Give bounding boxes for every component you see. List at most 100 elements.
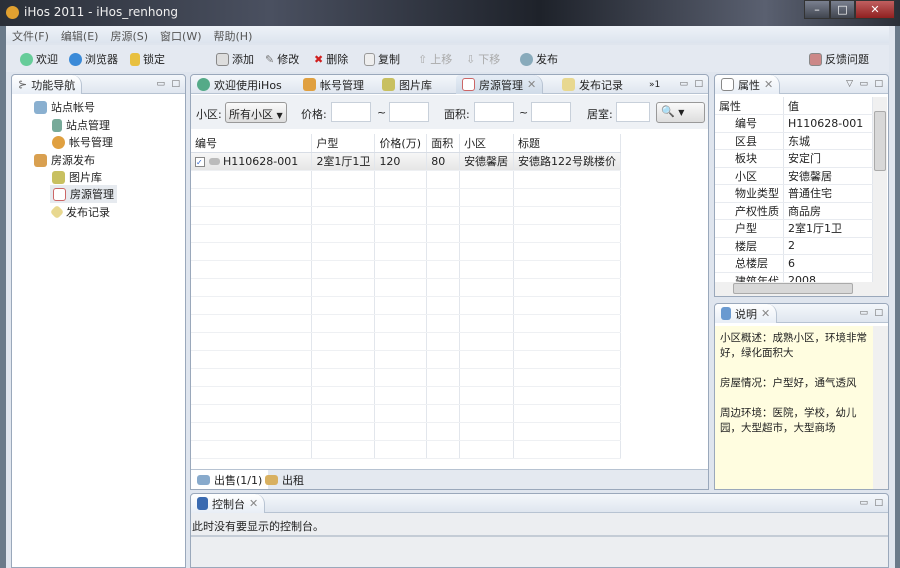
maximize-view-icon[interactable]: □ [171,79,180,89]
tab-nav[interactable]: ⊱ 功能导航 [12,75,83,94]
price-max-input[interactable] [389,102,429,122]
minimize-view-icon[interactable]: ▭ [156,79,165,89]
property-row[interactable]: 建筑年代 2008 [715,272,873,282]
divider [191,535,888,537]
move-up-button[interactable]: ⇧ 上移 [418,51,452,67]
listing-icon [208,157,220,165]
column-header[interactable]: 小区 [459,134,514,153]
chevron-down-icon[interactable]: ▼ [678,108,684,117]
tab-description[interactable]: 说明 ✕ [715,304,778,323]
row-checkbox[interactable]: ✓ [195,156,205,167]
property-row[interactable]: 产权性质 商品房 [715,202,873,220]
menu-listing[interactable]: 房源(S) [104,26,154,44]
delete-button[interactable]: ✖ 删除 [314,51,348,67]
edit-button[interactable]: ✎ 修改 [265,51,299,67]
rooms-input[interactable] [616,102,650,122]
copy-icon [364,52,375,66]
tab-rent[interactable]: 出租 [259,470,310,489]
maximize-view-icon[interactable]: □ [694,79,703,89]
community-select[interactable]: 所有小区 ▼ [225,102,287,123]
maximize-view-icon[interactable]: □ [874,308,883,318]
column-header[interactable]: 面积 [426,134,461,153]
menu-window[interactable]: 窗口(W) [154,26,207,44]
minimize-view-icon[interactable]: ▭ [859,79,868,89]
property-row[interactable]: 小区 安德馨居 [715,167,873,185]
maximize-view-icon[interactable]: □ [874,498,883,508]
close-button[interactable]: ✕ [855,0,895,19]
property-row[interactable]: 板块 安定门 [715,149,873,168]
tree-item-publish-records[interactable]: 发布记录 [49,204,110,220]
browser-button[interactable]: 浏览器 [69,51,118,67]
arrow-up-icon: ⇧ [418,52,428,66]
description-text[interactable]: 小区概述：成熟小区，环境非常好，绿化面积大 房屋情况：户型好，通气透风 周边环境… [715,326,873,489]
globe-icon [197,78,210,91]
area-max-input[interactable] [531,102,571,122]
tab-gallery[interactable]: 图片库 [376,75,438,94]
close-tab-icon[interactable]: ✕ [761,307,770,320]
delete-icon: ✖ [314,52,324,66]
tab-console[interactable]: 控制台 ✕ [191,494,266,513]
tab-listing-management[interactable]: 房源管理 ✕ [456,75,544,94]
close-tab-icon[interactable]: ✕ [249,497,258,510]
price-min-input[interactable] [331,102,371,122]
tab-welcome[interactable]: 欢迎使用iHos [191,75,288,94]
property-row[interactable]: 物业类型 普通住宅 [715,184,873,203]
vertical-scrollbar[interactable] [873,97,887,282]
maximize-button[interactable]: □ [830,0,855,19]
add-button[interactable]: 添加 [216,51,254,67]
welcome-button[interactable]: 欢迎 [20,51,58,67]
tree-item-site-management[interactable]: 站点管理 [52,117,110,133]
minimize-view-icon[interactable]: ▭ [679,79,688,89]
vertical-scrollbar[interactable] [873,326,888,489]
minimize-button[interactable]: – [804,0,830,19]
house-icon [53,187,66,201]
column-header[interactable]: 编号 [191,134,313,153]
maximize-view-icon[interactable]: □ [874,79,883,89]
property-row[interactable]: 区县 东城 [715,132,873,150]
property-row[interactable]: 总楼层 6 [715,254,873,273]
area-min-input[interactable] [474,102,514,122]
property-row[interactable]: 户型 2室1厅1卫 [715,219,873,238]
properties-icon [721,78,734,91]
tab-overflow[interactable]: »1 [643,75,666,94]
lock-button[interactable]: 锁定 [130,51,165,67]
tab-publish-records[interactable]: 发布记录 [556,75,629,94]
copy-button[interactable]: 复制 [364,51,400,67]
minimize-view-icon[interactable]: ▭ [859,498,868,508]
tree-item-site-account[interactable]: 站点帐号 [34,99,95,115]
property-row[interactable]: 编号 H110628-001 [715,114,873,133]
menu-help[interactable]: 帮助(H) [208,26,259,44]
tab-accounts[interactable]: 帐号管理 [297,75,370,94]
property-row[interactable]: 楼层 2 [715,237,873,255]
search-button[interactable]: 🔍 ▼ [656,102,705,123]
menu-edit[interactable]: 编辑(E) [55,26,105,44]
computer-icon [34,100,47,114]
tree-item-gallery[interactable]: 图片库 [52,169,102,185]
column-header[interactable]: 标题 [513,134,622,153]
view-menu-icon[interactable]: ▽ [846,79,853,89]
console-panel: 控制台 ✕ ▭ □ 此时没有要显示的控制台。 [190,493,889,568]
search-icon: 🔍 [661,105,675,118]
tree-item-account-management[interactable]: 帐号管理 [52,134,113,150]
move-down-button[interactable]: ⇩ 下移 [466,51,500,67]
column-header[interactable]: 价格(万) [374,134,428,153]
column-header[interactable]: 户型 [311,134,376,153]
publish-icon [520,52,533,66]
records-icon [562,78,575,91]
menu-file[interactable]: 文件(F) [6,26,55,44]
properties-panel: 属性 ✕ ▽ ▭ □ 属性值 编号 H110628-001 区县 东城 板块 安定门 小区安… [714,74,889,297]
publish-button[interactable]: 发布 [520,51,558,67]
tree-item-listing-publish[interactable]: 房源发布 [34,152,95,168]
tilde: ~ [377,106,387,119]
minimize-view-icon[interactable]: ▭ [859,308,868,318]
horizontal-scrollbar[interactable] [715,282,887,296]
close-tab-icon[interactable]: ✕ [527,78,536,91]
feedback-button[interactable]: 反馈问题 [809,51,869,67]
tab-sale[interactable]: 出售(1/1) [191,470,269,489]
table-row[interactable]: ✓ H110628-001 2室1厅1卫 120 80 安德馨居 安德路122号… [191,152,622,171]
listing-table: 编号 户型 价格(万) 面积 小区 标题 ✓ H110628-001 2室1厅1… [191,134,708,469]
tab-properties[interactable]: 属性 ✕ [715,75,781,94]
tree-item-listing-management[interactable]: 房源管理 [50,185,117,203]
close-tab-icon[interactable]: ✕ [764,78,773,91]
nav-panel: ⊱ 功能导航 ▭ □ 站点帐号 站点管理 帐号管理 房源发布 图片库 房源管理 发布… [11,74,186,568]
